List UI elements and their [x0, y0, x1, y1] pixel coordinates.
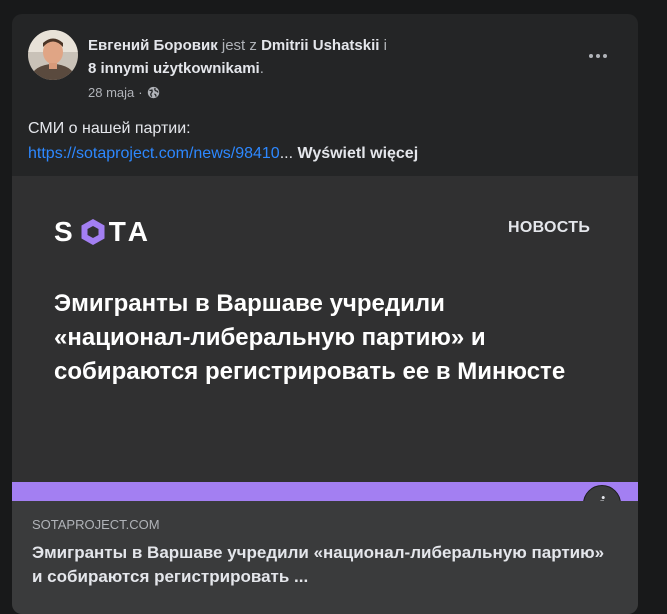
period: .	[259, 60, 264, 77]
post-text-line: СМИ о нашей партии:	[28, 120, 191, 137]
sota-logo: S TA	[54, 216, 152, 248]
post-text: СМИ о нашей партии: https://sotaproject.…	[28, 116, 618, 166]
more-icon	[589, 54, 607, 58]
tagged-user[interactable]: Dmitrii Ushatskii	[261, 37, 379, 54]
accent-bar	[12, 482, 638, 501]
with-text: jest z	[217, 37, 262, 54]
link-footer[interactable]: SOTAPROJECT.COM Эмигранты в Варшаве учре…	[12, 501, 638, 614]
author-name[interactable]: Евгений Боровик	[88, 37, 218, 54]
link-title[interactable]: Эмигранты в Варшаве учредили «национал-л…	[32, 541, 612, 589]
avatar-image	[28, 30, 78, 80]
globe-icon[interactable]	[147, 86, 160, 99]
logo-letters-ta: TA	[108, 216, 152, 247]
post-meta: 28 maja ·	[88, 85, 160, 100]
news-label: НОВОСТЬ	[508, 219, 591, 236]
post-header: Евгений Боровик jest z Dmitrii Ushatskii…	[88, 34, 568, 80]
link-domain: SOTAPROJECT.COM	[32, 517, 160, 532]
ellipsis: ...	[279, 145, 294, 162]
post-date[interactable]: 28 maja	[88, 85, 134, 100]
and-text: i	[379, 37, 387, 54]
meta-separator: ·	[138, 85, 143, 100]
tagged-others[interactable]: 8 innymi użytkownikami	[88, 60, 260, 77]
logo-letter-s: S	[54, 216, 77, 247]
hexagon-icon	[81, 219, 105, 245]
link-preview-image[interactable]: S TA НОВОСТЬ Эмигранты в Варшаве учредил…	[12, 176, 638, 482]
preview-headline: Эмигранты в Варшаве учредили «национал-л…	[54, 290, 566, 385]
see-more-button[interactable]: Wyświetl więcej	[298, 145, 419, 162]
more-options-button[interactable]	[580, 38, 616, 74]
post-card: Евгений Боровик jest z Dmitrii Ushatskii…	[12, 14, 638, 614]
avatar[interactable]	[28, 30, 78, 80]
post-link[interactable]: https://sotaproject.com/news/98410	[28, 145, 280, 162]
